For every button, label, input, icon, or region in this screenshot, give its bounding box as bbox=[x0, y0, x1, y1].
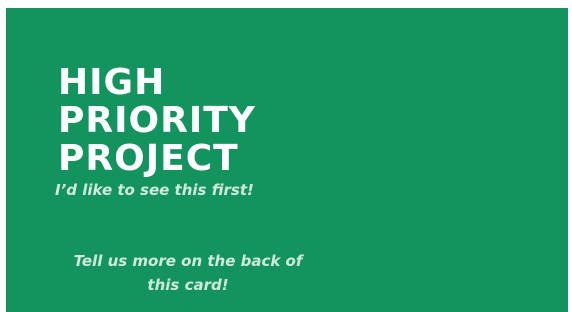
card-title: HIGH PRIORITY PROJECT bbox=[58, 64, 256, 178]
card-title-line: HIGH bbox=[58, 62, 166, 103]
card-footer-line: this card! bbox=[147, 276, 229, 294]
card-title-line: PROJECT bbox=[58, 138, 239, 179]
card-title-line: PRIORITY bbox=[58, 100, 256, 141]
card-subtitle: I’d like to see this first! bbox=[55, 181, 254, 199]
card-footer-line: Tell us more on the back of bbox=[73, 252, 303, 270]
priority-card: HIGH PRIORITY PROJECT I’d like to see th… bbox=[6, 8, 568, 312]
card-footer-note: Tell us more on the back of this card! bbox=[58, 249, 318, 297]
